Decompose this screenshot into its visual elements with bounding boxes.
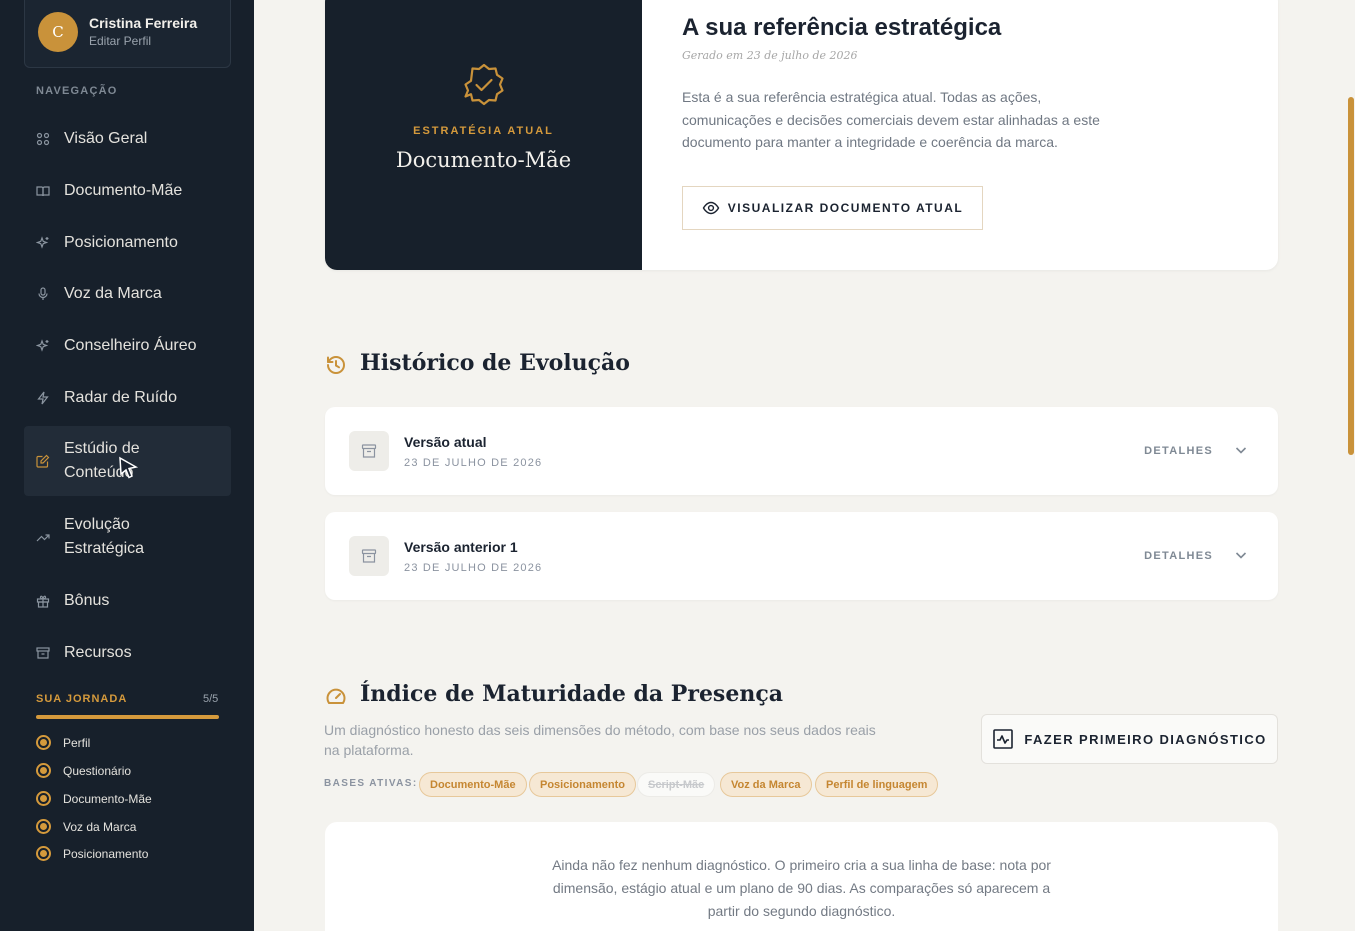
archive-icon [36,646,50,660]
check-circle-icon [36,735,51,750]
sidebar-item-evolucao-estrategica[interactable]: Evolução Estratégica [24,513,231,561]
journey-progress-bar [36,715,219,719]
sidebar-item-documento-mae[interactable]: Documento-Mãe [24,179,231,203]
history-section-title: Histórico de Evolução [360,350,630,376]
sidebar-item-conselheiro-aureo[interactable]: Conselheiro Áureo [24,334,231,358]
journey-step: Perfil [36,735,90,750]
grid-icon [36,132,50,146]
sidebar-item-voz-da-marca[interactable]: Voz da Marca [24,282,231,306]
journey-heading: SUA JORNADA [36,693,128,705]
sidebar-item-label: Documento-Mãe [64,182,183,199]
view-document-button-label: VISUALIZAR DOCUMENTO ATUAL [727,201,964,215]
base-chip-perfil-de-linguagem: Perfil de linguagem [815,772,939,797]
sidebar-item-label: Recursos [64,644,132,661]
check-circle-icon [36,819,51,834]
base-chip-script-mae: Script-Mãe [637,772,716,797]
diagnosis-empty-state: Ainda não fez nenhum diagnóstico. O prim… [325,822,1278,931]
journey-count: 5/5 [203,693,219,705]
hero-document-title: Documento-Mãe [395,148,572,172]
activity-monitor-icon [993,729,1014,749]
lightning-icon [36,391,50,405]
sidebar-item-label: Voz da Marca [64,285,162,302]
nav-heading: NAVEGAÇÃO [36,85,118,97]
version-date: 23 DE JULHO DE 2026 [404,457,543,469]
first-diagnosis-button[interactable]: FAZER PRIMEIRO DIAGNÓSTICO [981,714,1278,764]
sidebar-item-label: Visão Geral [64,130,148,147]
sidebar-item-bonus[interactable]: Bônus [24,589,231,613]
check-circle-icon [36,791,51,806]
version-title: Versão anterior 1 [404,539,518,555]
gauge-icon [326,688,346,704]
scrollbar[interactable] [1347,0,1355,931]
chevron-down-icon[interactable] [1234,443,1248,457]
hero-description: Esta é a sua referência estratégica atua… [682,89,1100,150]
sparkle-icon [35,236,50,250]
gift-icon [36,594,50,608]
page-title: A sua referência estratégica [682,14,1002,41]
journey-step: Questionário [36,763,131,778]
view-document-button[interactable]: VISUALIZAR DOCUMENTO ATUAL [682,186,983,230]
generated-date: Gerado em 23 de julho de 2026 [682,49,858,62]
maturity-description: Um diagnóstico honesto das seis dimensõe… [324,722,876,758]
journey-step-label: Voz da Marca [63,819,137,834]
book-icon [36,184,50,198]
sidebar-item-radar-de-ruido[interactable]: Radar de Ruído [24,386,231,410]
empty-state-text: Ainda não fez nenhum diagnóstico. O prim… [552,857,1051,919]
profile-name: Cristina Ferreira [89,15,198,31]
journey-step: Posicionamento [36,846,148,861]
journey-step: Voz da Marca [36,819,136,834]
journey-step-label: Questionário [63,763,132,778]
check-circle-icon [36,846,51,861]
version-card[interactable]: Versão atual 23 DE JULHO DE 2026 DETALHE… [325,407,1278,495]
archive-icon [349,431,389,471]
microphone-icon [36,287,50,301]
version-details-toggle[interactable]: DETALHES [1144,550,1213,562]
edit-icon [36,454,50,468]
sidebar-item-label: Bônus [64,592,110,609]
base-chip-documento-mae: Documento-Mãe [419,772,527,797]
edit-profile-link[interactable]: Editar Perfil [89,34,151,48]
journey-step-label: Posicionamento [63,846,149,861]
history-icon [327,355,345,374]
archive-icon [349,536,389,576]
sidebar-item-label: Conselheiro Áureo [64,337,197,354]
version-card[interactable]: Versão anterior 1 23 DE JULHO DE 2026 DE… [325,512,1278,600]
check-circle-icon [36,763,51,778]
scrollbar-thumb[interactable] [1348,97,1354,455]
sidebar-item-label: Evolução Estratégica [64,516,145,557]
trend-up-icon [36,530,50,544]
active-bases-label: BASES ATIVAS: [324,778,418,789]
mouse-cursor-icon [119,456,139,479]
base-chip-posicionamento: Posicionamento [529,772,636,797]
hero-document-panel: ESTRATÉGIA ATUAL Documento-Mãe [325,0,642,270]
version-details-toggle[interactable]: DETALHES [1144,445,1213,457]
sidebar-item-label: Posicionamento [64,234,178,251]
strategy-hero-card: ESTRATÉGIA ATUAL Documento-Mãe A sua ref… [325,0,1278,270]
version-title: Versão atual [404,434,487,450]
sidebar-item-visao-geral[interactable]: Visão Geral [24,127,231,151]
journey-step-label: Perfil [63,735,91,750]
base-chip-voz-da-marca: Voz da Marca [720,772,812,797]
chevron-down-icon[interactable] [1234,548,1248,562]
first-diagnosis-button-label: FAZER PRIMEIRO DIAGNÓSTICO [1024,731,1267,747]
hero-kicker: ESTRATÉGIA ATUAL [413,125,554,137]
avatar: C [38,12,78,52]
journey-step-label: Documento-Mãe [63,791,152,806]
maturity-section-title: Índice de Maturidade da Presença [360,681,783,707]
journey-step: Documento-Mãe [36,791,152,806]
eye-icon [702,201,720,215]
verified-badge-icon [464,63,504,106]
sidebar-item-posicionamento[interactable]: Posicionamento [24,231,231,255]
sidebar-item-label: Radar de Ruído [64,389,177,406]
sparkle-icon [35,339,50,353]
sidebar: C Cristina Ferreira Editar Perfil NAVEGA… [0,0,254,931]
version-date: 23 DE JULHO DE 2026 [404,562,543,574]
profile-card[interactable]: C Cristina Ferreira Editar Perfil [24,0,231,68]
sidebar-item-recursos[interactable]: Recursos [24,641,231,665]
